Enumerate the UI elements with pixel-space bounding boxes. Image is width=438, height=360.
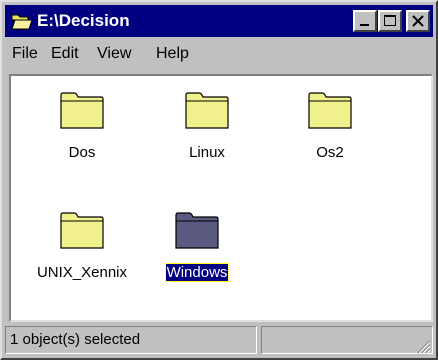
folder-label: Os2 [316, 144, 344, 161]
minimize-icon [360, 24, 369, 26]
title-bar[interactable]: E:\Decision [5, 5, 433, 37]
menu-view[interactable]: View [97, 40, 131, 68]
folder-item-linux[interactable]: Linux [152, 90, 262, 176]
menu-edit[interactable]: Edit [51, 40, 79, 68]
folder-label: Dos [68, 144, 96, 161]
folder-label: UNIX_Xennix [36, 264, 128, 281]
menu-help[interactable]: Help [156, 40, 189, 68]
status-pane-main: 1 object(s) selected [5, 326, 257, 354]
menu-file[interactable]: File [12, 40, 38, 68]
folder-icon [185, 92, 229, 129]
status-bar: 1 object(s) selected [5, 324, 433, 356]
maximize-icon [384, 15, 396, 26]
folder-label-selected: Windows [164, 263, 230, 282]
menu-bar: File Edit View Help [5, 40, 433, 68]
folder-item-dos[interactable]: Dos [27, 90, 137, 176]
file-view[interactable]: Dos Linux Os2 UNIX_Xennix Windows [9, 74, 433, 322]
folder-icon [308, 92, 352, 129]
window-title: E:\Decision [37, 11, 130, 30]
maximize-button[interactable] [378, 10, 402, 32]
folder-icon [60, 212, 104, 249]
folder-item-windows[interactable]: Windows [142, 210, 252, 296]
open-folder-icon [11, 14, 33, 30]
close-icon [412, 15, 424, 27]
folder-icon [60, 92, 104, 129]
status-text: 1 object(s) selected [10, 331, 141, 348]
close-button[interactable] [406, 10, 430, 32]
status-pane-right [261, 326, 433, 354]
folder-item-os2[interactable]: Os2 [275, 90, 385, 176]
resize-grip-icon[interactable] [415, 338, 431, 354]
folder-icon [175, 212, 219, 249]
explorer-window: E:\Decision File Edit View Help Dos Linu… [0, 0, 438, 360]
minimize-button[interactable] [353, 10, 377, 32]
folder-item-unix-xennix[interactable]: UNIX_Xennix [27, 210, 137, 296]
folder-label: Linux [189, 144, 225, 161]
